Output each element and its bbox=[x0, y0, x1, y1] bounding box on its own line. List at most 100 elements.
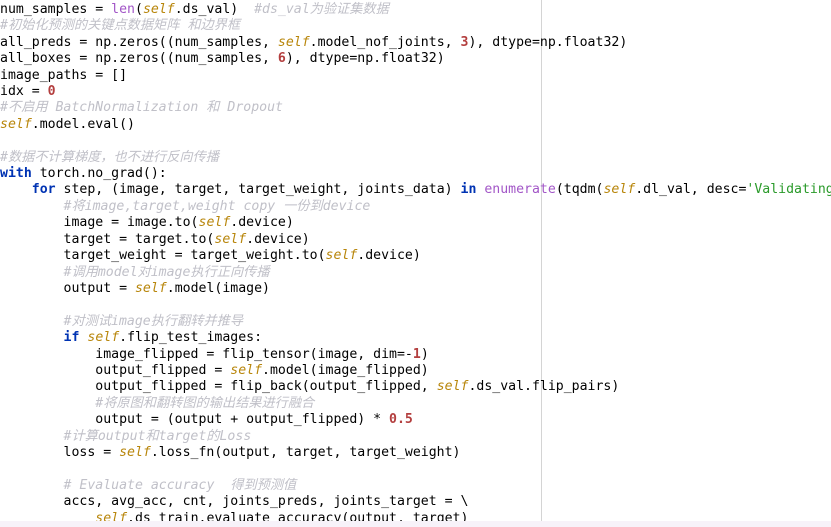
code-token-plain: ), dtype=np.float32) bbox=[468, 34, 628, 50]
code-line[interactable]: image = image.to(self.device) bbox=[0, 215, 831, 231]
code-token-plain: .model.eval() bbox=[31, 116, 135, 132]
code-token-plain: target = target.to( bbox=[0, 231, 215, 247]
code-line[interactable]: all_preds = np.zeros((num_samples, self.… bbox=[0, 35, 831, 51]
code-line[interactable]: #计算output和target的Loss bbox=[0, 429, 831, 445]
code-token-cmt: #初始化预测的关键点数据矩阵 和边界框 bbox=[0, 18, 241, 34]
code-line[interactable]: image_paths = [] bbox=[0, 68, 831, 84]
code-line[interactable]: num_samples = len(self.ds_val) #ds_val为验… bbox=[0, 2, 831, 18]
code-token-plain: torch.no_grad(): bbox=[31, 166, 167, 182]
code-line[interactable]: for step, (image, target, target_weight,… bbox=[0, 182, 831, 198]
code-line[interactable]: output = (output + output_flipped) * 0.5 bbox=[0, 412, 831, 428]
code-token-cmt: #ds_val为验证集数据 bbox=[254, 2, 389, 17]
code-token-cmt: #将原图和翻转图的输出结果进行融合 bbox=[95, 395, 315, 411]
code-token-kw: for bbox=[31, 182, 56, 198]
code-line[interactable]: # Evaluate accuracy 得到预测值 bbox=[0, 478, 831, 494]
code-token-num: 1 bbox=[412, 346, 421, 362]
code-line[interactable]: image_flipped = flip_tensor(image, dim=-… bbox=[0, 347, 831, 363]
code-token-plain: target_weight = target_weight.to( bbox=[0, 248, 326, 264]
code-token-cmt: #调用model对image执行正向传播 bbox=[63, 264, 270, 280]
code-editor[interactable]: num_samples = len(self.ds_val) #ds_val为验… bbox=[0, 0, 831, 527]
code-token-plain: .ds_val) bbox=[174, 2, 255, 17]
code-token-selfv: self bbox=[325, 248, 358, 264]
code-line[interactable]: output_flipped = self.model(image_flippe… bbox=[0, 363, 831, 379]
code-token-plain: .device) bbox=[230, 215, 294, 231]
code-token-num: 0.5 bbox=[389, 412, 413, 428]
code-token-selfv: self bbox=[95, 510, 128, 526]
code-line[interactable]: with torch.no_grad(): bbox=[0, 166, 831, 182]
code-token-plain: image_flipped = flip_tensor(image, dim=- bbox=[0, 346, 413, 362]
code-line[interactable]: self.model.eval() bbox=[0, 117, 831, 133]
code-line[interactable]: #将原图和翻转图的输出结果进行融合 bbox=[0, 396, 831, 412]
code-token-selfv: self bbox=[214, 231, 247, 247]
code-line[interactable]: #对测试image执行翻转并推导 bbox=[0, 314, 831, 330]
code-token-selfv: self bbox=[119, 444, 151, 460]
code-token-kw: in bbox=[460, 182, 477, 198]
code-token-kw: with bbox=[0, 166, 32, 182]
code-token-builtin: len bbox=[111, 2, 135, 17]
code-token-kw: if bbox=[63, 330, 80, 346]
code-line[interactable] bbox=[0, 297, 831, 313]
code-token-plain: .ds_val.flip_pairs) bbox=[468, 379, 620, 395]
code-line[interactable]: idx = 0 bbox=[0, 84, 831, 100]
code-token-plain: output_flipped = flip_back(output_flippe… bbox=[0, 379, 437, 395]
code-token-selfv: self bbox=[198, 215, 231, 231]
code-token-num: 6 bbox=[277, 51, 286, 67]
code-line[interactable]: output = self.model(image) bbox=[0, 281, 831, 297]
code-token-plain: .device) bbox=[357, 248, 421, 264]
code-line[interactable]: #不启用 BatchNormalization 和 Dropout bbox=[0, 100, 831, 116]
code-token-plain: loss = bbox=[0, 444, 120, 460]
code-line[interactable]: #初始化预测的关键点数据矩阵 和边界框 bbox=[0, 18, 831, 34]
code-line[interactable]: self.ds_train.evaluate_accuracy(output, … bbox=[0, 511, 831, 527]
code-line[interactable]: if self.flip_test_images: bbox=[0, 330, 831, 346]
code-token-plain: step, (image, target, target_weight, joi… bbox=[55, 182, 461, 198]
code-token-plain: all_boxes = np.zeros((num_samples, bbox=[0, 51, 278, 67]
code-token-cmt: #将image,target,weight copy 一份到device bbox=[63, 198, 371, 214]
code-token-plain: ) bbox=[420, 346, 429, 362]
code-token-selfv: self bbox=[87, 330, 120, 346]
code-token-plain: .flip_test_images: bbox=[119, 330, 263, 346]
code-token-num: 0 bbox=[47, 84, 56, 100]
code-token-selfv: self bbox=[230, 362, 263, 378]
code-token-selfv: self bbox=[142, 2, 175, 17]
code-token-plain: output = bbox=[0, 280, 135, 296]
code-line[interactable]: #数据不计算梯度，也不进行反向传播 bbox=[0, 150, 831, 166]
code-token-selfv: self bbox=[134, 280, 167, 296]
code-content[interactable]: num_samples = len(self.ds_val) #ds_val为验… bbox=[0, 0, 831, 527]
code-token-plain: image = image.to( bbox=[0, 215, 199, 231]
code-token-plain: .model_nof_joints, bbox=[309, 34, 461, 50]
code-token-plain: ), dtype=np.float32) bbox=[285, 51, 445, 67]
code-token-plain: image_paths = [] bbox=[0, 67, 128, 83]
code-line[interactable]: output_flipped = flip_back(output_flippe… bbox=[0, 379, 831, 395]
code-line[interactable] bbox=[0, 133, 831, 149]
code-token-plain: output = (output + output_flipped) * bbox=[0, 412, 390, 428]
code-line[interactable] bbox=[0, 461, 831, 477]
code-token-selfv: self bbox=[277, 34, 310, 50]
code-token-selfv: self bbox=[603, 182, 636, 198]
code-line[interactable]: loss = self.loss_fn(output, target, targ… bbox=[0, 445, 831, 461]
code-line[interactable]: all_boxes = np.zeros((num_samples, 6), d… bbox=[0, 51, 831, 67]
code-line[interactable]: target = target.to(self.device) bbox=[0, 232, 831, 248]
code-token-cmt: # Evaluate accuracy 得到预测值 bbox=[63, 477, 297, 493]
code-token-plain: output_flipped = bbox=[0, 362, 231, 378]
code-token-plain: .model(image_flipped) bbox=[262, 362, 429, 378]
code-token-plain: .ds_train.evaluate_accuracy(output, targ… bbox=[127, 510, 469, 526]
code-token-str: 'Validating' bbox=[746, 182, 831, 198]
code-line[interactable]: #将image,target,weight copy 一份到device bbox=[0, 199, 831, 215]
code-token-selfv: self bbox=[0, 116, 32, 132]
code-line[interactable]: target_weight = target_weight.to(self.de… bbox=[0, 248, 831, 264]
code-token-plain: ( bbox=[134, 2, 143, 17]
code-line[interactable]: #调用model对image执行正向传播 bbox=[0, 265, 831, 281]
code-line[interactable]: accs, avg_acc, cnt, joints_preds, joints… bbox=[0, 494, 831, 510]
code-token-cmt: #计算output和target的Loss bbox=[63, 428, 252, 444]
code-token-plain: all_preds = np.zeros((num_samples, bbox=[0, 34, 278, 50]
code-token-plain: accs, avg_acc, cnt, joints_preds, joints… bbox=[0, 494, 469, 510]
code-token-builtin: enumerate bbox=[484, 182, 556, 198]
code-token-cmt: #数据不计算梯度，也不进行反向传播 bbox=[0, 149, 219, 165]
